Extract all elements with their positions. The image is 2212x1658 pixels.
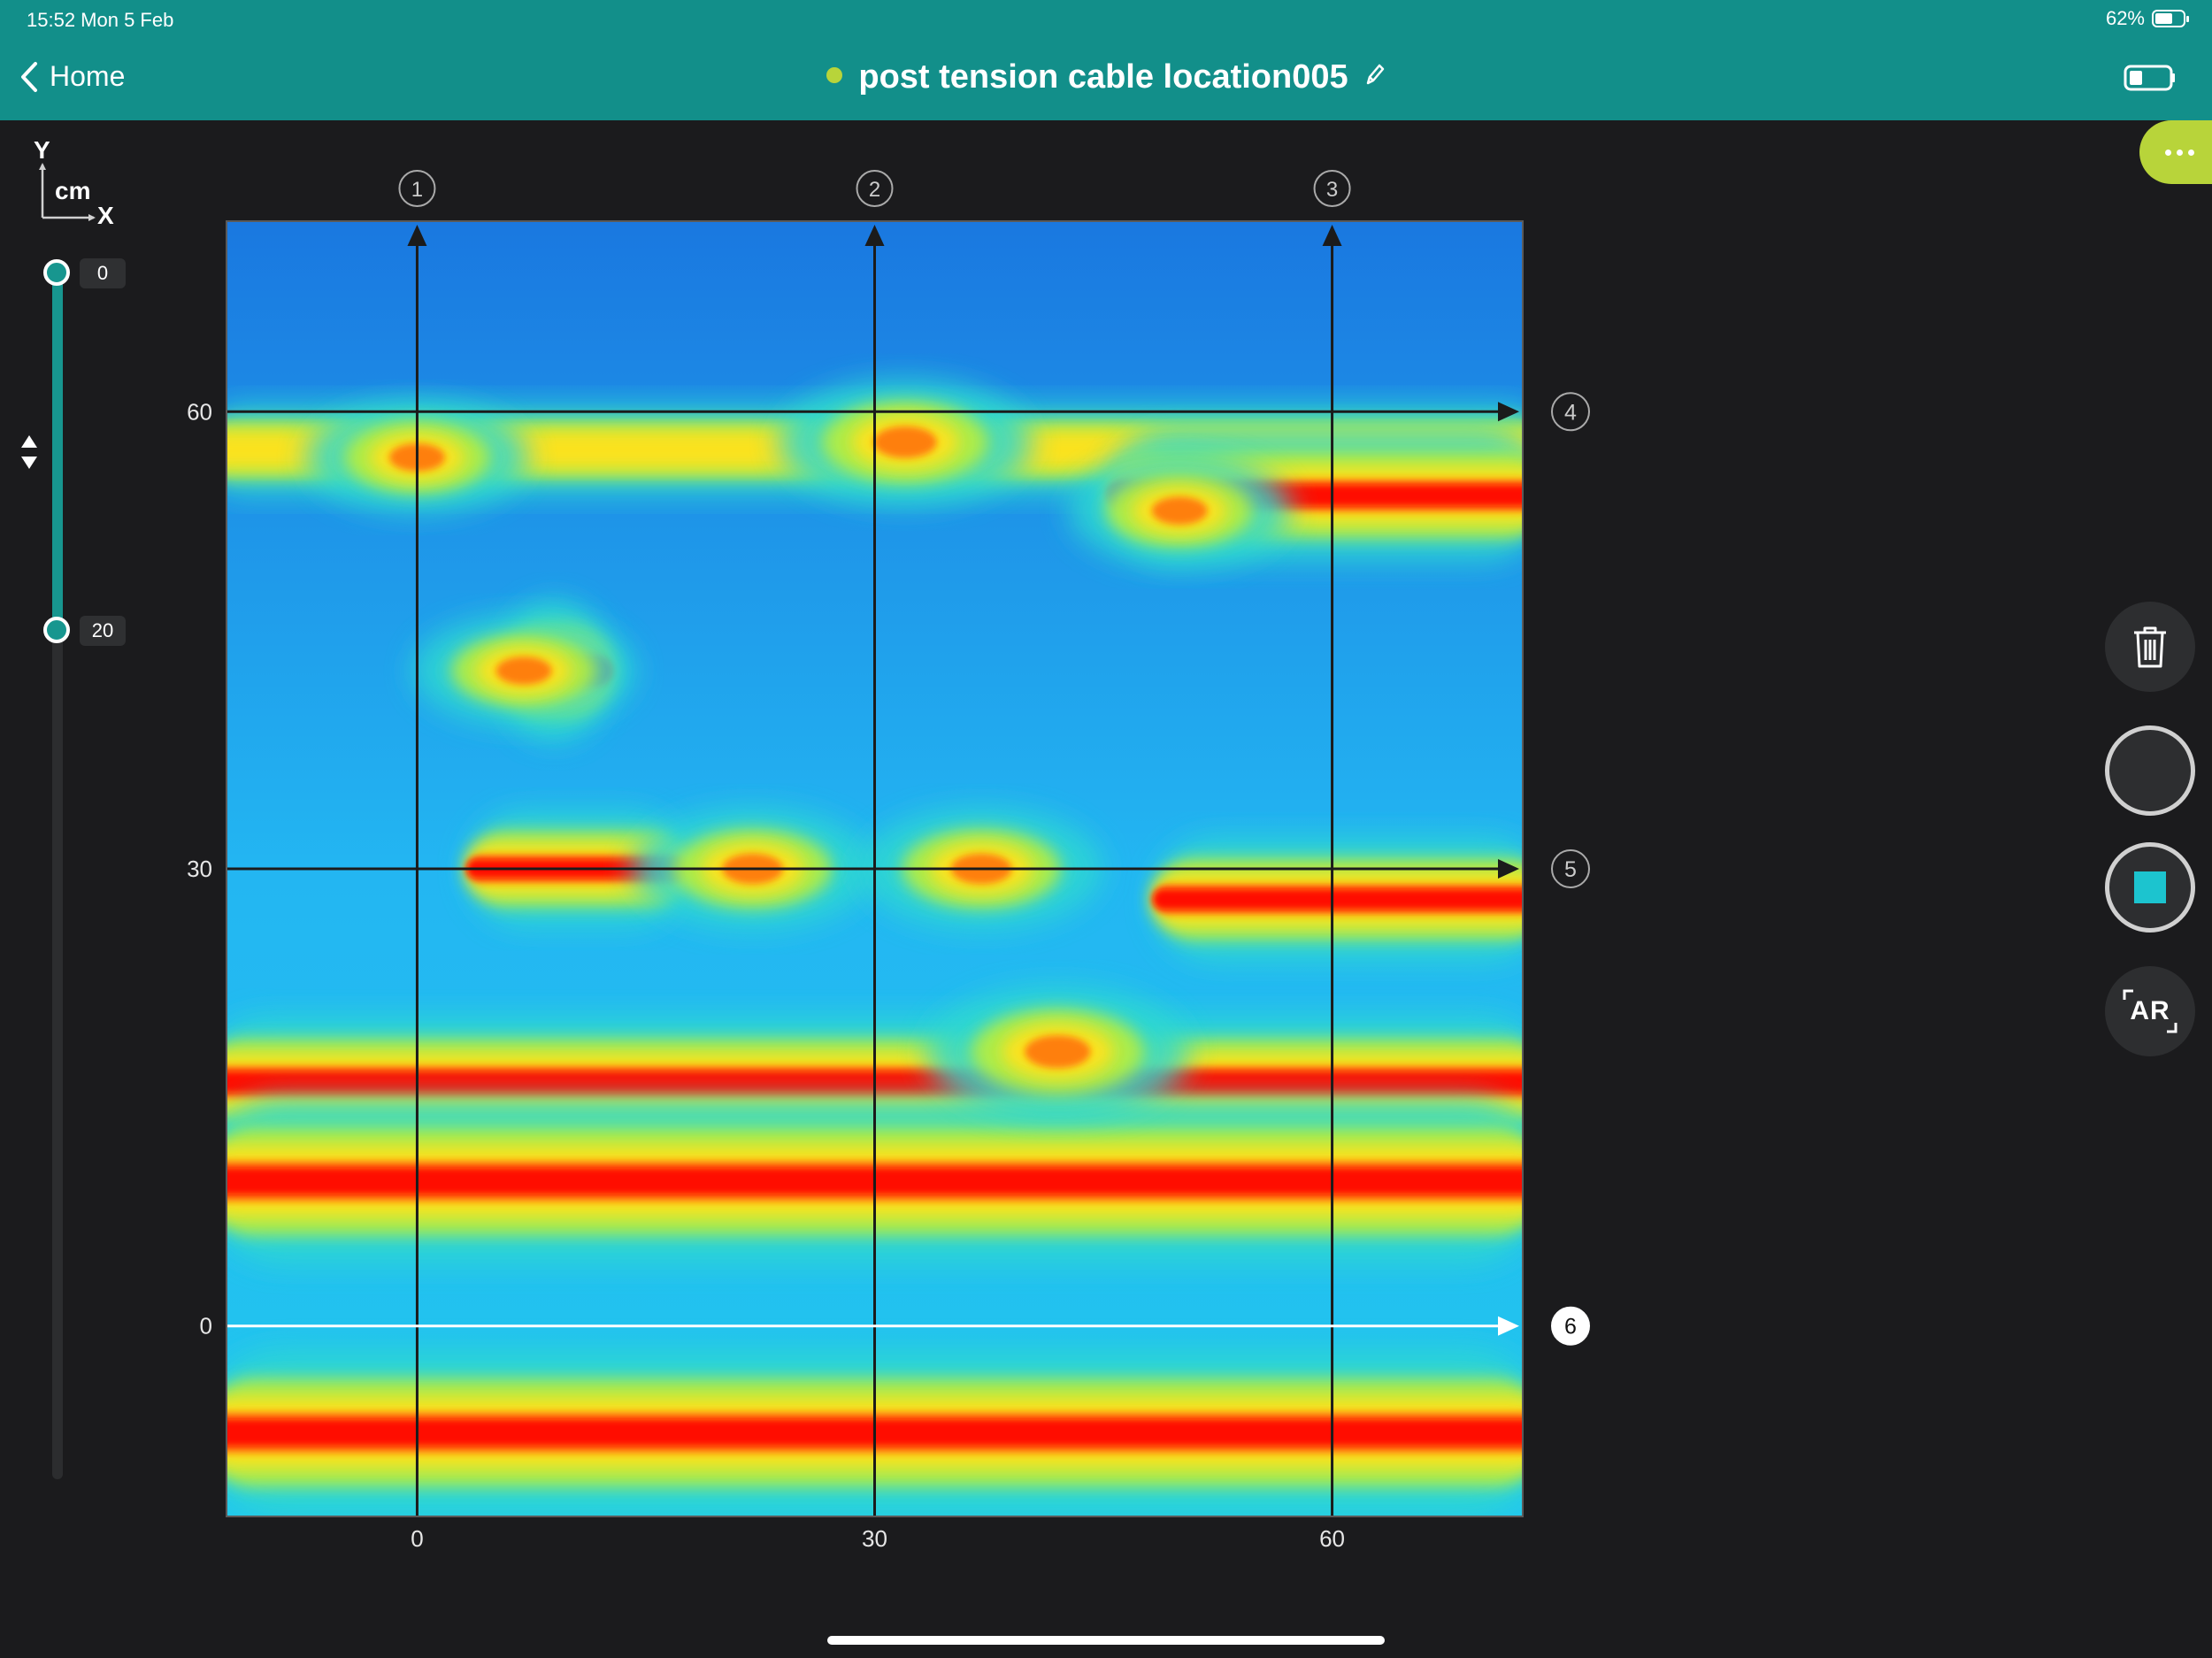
- battery-percent: 62%: [2105, 7, 2145, 29]
- line-marker-label-4: 4: [1564, 400, 1577, 425]
- y-tick-label: 0: [200, 1313, 212, 1339]
- y-tick-label: 30: [187, 856, 212, 882]
- heat-hotspot-1: [873, 426, 937, 458]
- line-marker-label-2: 2: [869, 178, 880, 202]
- tablet-battery-icon[interactable]: [2124, 64, 2177, 96]
- more-options-button[interactable]: [2139, 120, 2212, 184]
- ar-frame-icon: [2123, 989, 2177, 1033]
- record-button[interactable]: [2105, 725, 2195, 816]
- stop-square-icon: [2134, 871, 2166, 903]
- line-marker-label-5: 5: [1564, 857, 1577, 882]
- y-tick-label: 60: [187, 398, 212, 425]
- home-indicator[interactable]: [827, 1636, 1385, 1645]
- battery-icon: [2152, 10, 2189, 27]
- trash-icon: [2134, 626, 2166, 668]
- heat-hotspot-2: [495, 656, 552, 685]
- heat-hotspot-6: [1151, 496, 1208, 525]
- status-battery: 62%: [2105, 7, 2189, 30]
- line-marker-label-3: 3: [1326, 178, 1338, 202]
- delete-button[interactable]: [2105, 602, 2195, 692]
- more-dot: [2187, 149, 2194, 156]
- line-marker-label-6: 6: [1564, 1315, 1577, 1339]
- scan-heatmap[interactable]: 1 2 3 4 5 6 0 30 60 60 30 0: [0, 0, 1663, 1593]
- x-tick-label: 60: [1319, 1525, 1345, 1552]
- more-dot: [2176, 149, 2183, 156]
- stop-button[interactable]: [2105, 842, 2195, 933]
- heat-hotspot-5: [1025, 1035, 1091, 1069]
- line-marker-label-1: 1: [411, 178, 423, 202]
- x-tick-label: 0: [411, 1525, 423, 1552]
- x-tick-label: 30: [862, 1525, 887, 1552]
- more-horizontal-icon: [2164, 149, 2171, 156]
- ar-button[interactable]: AR: [2105, 966, 2195, 1056]
- heat-band-4: [1153, 889, 1523, 910]
